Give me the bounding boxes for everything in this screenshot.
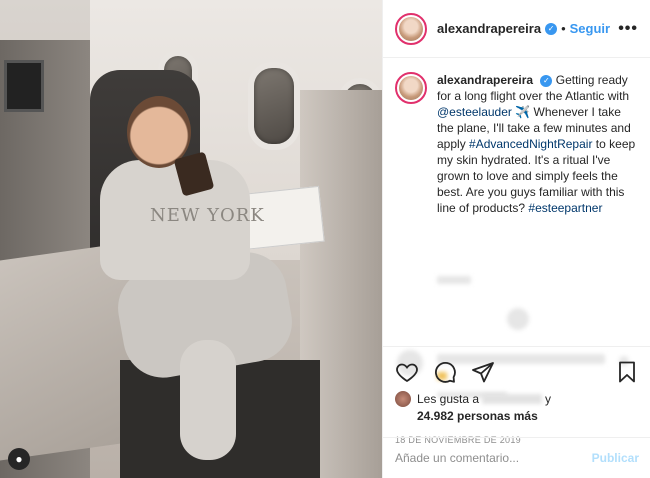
comment-composer: Publicar xyxy=(383,437,650,478)
caption-username[interactable]: alexandrapereira xyxy=(437,73,533,87)
verified-badge-icon: ✓ xyxy=(540,74,553,87)
likes-count[interactable]: 24.982 personas más xyxy=(417,409,639,423)
author-username[interactable]: alexandrapereira xyxy=(437,21,541,36)
header-separator: • xyxy=(561,21,566,36)
mention-link[interactable]: @esteelauder xyxy=(437,105,512,119)
publish-button[interactable]: Publicar xyxy=(592,451,639,465)
liker-avatar[interactable] xyxy=(395,391,411,407)
blurred-liker-name[interactable] xyxy=(482,394,543,404)
heart-icon[interactable] xyxy=(395,360,419,384)
post-actions: Les gusta a y 24.982 personas más 18 DE … xyxy=(383,346,650,445)
comment-icon[interactable] xyxy=(433,360,457,384)
comment-input[interactable] xyxy=(395,451,592,465)
author-avatar[interactable] xyxy=(395,12,427,45)
hashtag-link[interactable]: #AdvancedNightRepair xyxy=(469,137,592,151)
person-shin xyxy=(180,340,236,460)
caption-text: alexandrapereira ✓ Getting ready for a l… xyxy=(437,72,637,216)
more-options-icon[interactable]: ••• xyxy=(618,20,638,38)
likes-row: Les gusta a y xyxy=(395,391,639,407)
bookmark-icon[interactable] xyxy=(615,360,639,384)
comments-section: alexandrapereira ✓ Getting ready for a l… xyxy=(383,58,650,398)
caption-author-avatar[interactable] xyxy=(395,72,427,104)
seat-monitor xyxy=(4,60,44,112)
tagged-users-icon[interactable]: ● xyxy=(8,448,30,470)
post-header: alexandrapereira ✓ • Seguir ••• xyxy=(383,0,650,58)
blurred-comment xyxy=(437,276,471,284)
post-side-panel: alexandrapereira ✓ • Seguir ••• alexandr… xyxy=(382,0,650,478)
verified-badge-icon: ✓ xyxy=(545,22,558,35)
action-icons-row xyxy=(395,355,639,389)
blurred-loader xyxy=(507,308,529,330)
hoodie-print: NEW YORK xyxy=(150,205,265,226)
likes-connector: y xyxy=(545,392,552,406)
airplane-window xyxy=(248,62,300,150)
share-icon[interactable] xyxy=(471,360,495,384)
post-image[interactable]: NEW YORK ● xyxy=(0,0,382,478)
follow-button[interactable]: Seguir xyxy=(570,21,610,36)
likes-prefix: Les gusta a xyxy=(417,392,480,406)
hashtag-link[interactable]: #esteepartner xyxy=(528,201,602,215)
caption-row: alexandrapereira ✓ Getting ready for a l… xyxy=(395,72,638,216)
